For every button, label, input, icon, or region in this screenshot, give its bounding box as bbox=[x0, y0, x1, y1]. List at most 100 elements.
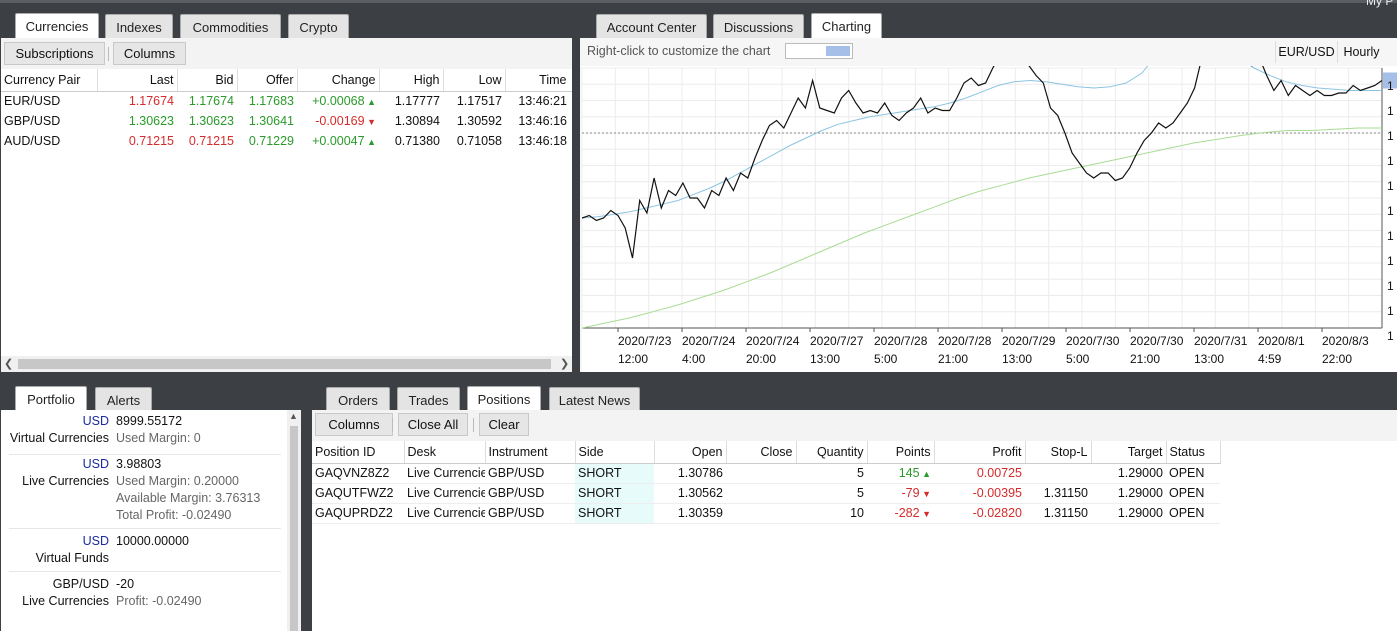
interval-selector[interactable]: Hourly bbox=[1337, 41, 1385, 63]
change-value: +0.00047 bbox=[312, 134, 365, 148]
price-chart[interactable]: 1 1 1 1 1 1 1 1 1 1 1 2020/7/23 12:00 2020/7/24 4:00 20… bbox=[582, 66, 1397, 372]
pair-cell: GBP/USD bbox=[4, 114, 61, 128]
tab-account-center[interactable]: Account Center bbox=[596, 14, 707, 39]
x-tick-label-date: 2020/7/31 bbox=[1194, 334, 1248, 348]
col-currency-pair[interactable]: Currency Pair bbox=[1, 69, 98, 92]
bid-cell: 0.71215 bbox=[188, 134, 234, 148]
bid-cell: 1.17674 bbox=[188, 94, 234, 109]
col-close[interactable]: Close bbox=[726, 441, 797, 464]
table-row[interactable]: EUR/USD 1.17674 1.17674 1.17683 +0.00068… bbox=[1, 91, 572, 111]
arrow-down-icon: ▼ bbox=[364, 117, 376, 127]
col-offer[interactable]: Offer bbox=[237, 69, 298, 92]
currencies-panel: Subscriptions Columns Currency Pair Last… bbox=[1, 38, 572, 372]
horizontal-scrollbar[interactable]: ❮ ❯ bbox=[1, 356, 572, 372]
time-cell: 13:46:16 bbox=[518, 114, 567, 128]
tab-indexes[interactable]: Indexes bbox=[105, 14, 173, 39]
tab-charting[interactable]: Charting bbox=[811, 13, 882, 39]
tab-discussions[interactable]: Discussions bbox=[713, 14, 804, 39]
y-tick-label: 1 bbox=[1387, 79, 1394, 93]
col-status[interactable]: Status bbox=[1166, 441, 1221, 464]
offer-cell: 0.71229 bbox=[248, 134, 294, 148]
scrollbar-thumb[interactable] bbox=[290, 426, 298, 631]
col-target[interactable]: Target bbox=[1091, 441, 1167, 464]
col-bid[interactable]: Bid bbox=[177, 69, 238, 92]
y-tick-label: 1 bbox=[1387, 204, 1394, 218]
pair-cell: EUR/USD bbox=[4, 94, 61, 109]
status-cell: OPEN bbox=[1169, 506, 1205, 520]
table-row[interactable]: GBP/USD 1.30623 1.30623 1.30641 -0.00169… bbox=[1, 111, 572, 131]
col-quantity[interactable]: Quantity bbox=[796, 441, 868, 464]
tab-trades[interactable]: Trades bbox=[397, 387, 460, 412]
col-time[interactable]: Time bbox=[505, 69, 572, 92]
tab-portfolio[interactable]: Portfolio bbox=[15, 386, 87, 412]
scroll-up-icon[interactable]: ▲ bbox=[289, 411, 298, 421]
col-high[interactable]: High bbox=[379, 69, 444, 92]
table-row[interactable]: AUD/USD 0.71215 0.71215 0.71229 +0.00047… bbox=[1, 131, 572, 151]
table-row[interactable]: GAQVNZ8Z2 Live Currencies GBP/USD SHORT … bbox=[312, 463, 1220, 483]
quantity-cell: 10 bbox=[850, 506, 864, 520]
col-side[interactable]: Side bbox=[575, 441, 655, 464]
y-tick-label: 1 bbox=[1387, 254, 1394, 268]
divider bbox=[9, 528, 281, 529]
group-detail: Available Margin: 3.76313 bbox=[116, 491, 261, 505]
chart-area[interactable]: 1 1 1 1 1 1 1 1 1 1 1 2020/7/23 12:00 2020/7/24 4:00 20… bbox=[582, 66, 1397, 372]
tab-latest-news[interactable]: Latest News bbox=[549, 387, 640, 412]
col-low[interactable]: Low bbox=[443, 69, 506, 92]
tab-currencies[interactable]: Currencies bbox=[15, 13, 99, 39]
change-cell: +0.00068 ▲ bbox=[297, 91, 379, 111]
tab-positions[interactable]: Positions bbox=[467, 386, 541, 412]
col-desk[interactable]: Desk bbox=[404, 441, 486, 464]
x-tick-label-date: 2020/7/27 bbox=[810, 334, 864, 348]
x-tick-label-time: 22:00 bbox=[1322, 352, 1352, 366]
scroll-right-icon[interactable]: ❯ bbox=[560, 357, 569, 370]
col-last[interactable]: Last bbox=[97, 69, 178, 92]
desk-cell: Live Currencies bbox=[407, 506, 485, 520]
change-value: -0.00169 bbox=[315, 114, 365, 128]
x-tick-label-date: 2020/7/29 bbox=[1002, 334, 1056, 348]
col-open[interactable]: Open bbox=[654, 441, 727, 464]
x-tick-label-time: 13:00 bbox=[1002, 352, 1032, 366]
subscriptions-button[interactable]: Subscriptions bbox=[4, 42, 105, 65]
chart-slider-thumb[interactable] bbox=[826, 46, 850, 56]
target-cell: 1.29000 bbox=[1117, 466, 1163, 480]
points-value: -282 bbox=[894, 506, 920, 520]
desk-cell: Live Currencies bbox=[407, 466, 485, 480]
col-position-id[interactable]: Position ID bbox=[312, 441, 405, 464]
tab-orders[interactable]: Orders bbox=[326, 387, 390, 412]
offer-cell: 1.30641 bbox=[248, 114, 294, 128]
chart-slider[interactable] bbox=[785, 43, 853, 59]
instrument-cell: GBP/USD bbox=[488, 506, 545, 520]
positions-panel: Columns Close All Clear Position ID Desk… bbox=[312, 410, 1397, 631]
group-detail: Total Profit: -0.02490 bbox=[116, 508, 232, 522]
y-tick-label: 1 bbox=[1387, 104, 1394, 118]
group-detail: Used Margin: 0 bbox=[116, 431, 201, 445]
profit-cell: 0.00725 bbox=[976, 466, 1022, 480]
columns-button[interactable]: Columns bbox=[113, 42, 186, 65]
toolbar-separator bbox=[392, 418, 393, 432]
col-profit[interactable]: Profit bbox=[934, 441, 1026, 464]
col-instrument[interactable]: Instrument bbox=[485, 441, 576, 464]
columns-button[interactable]: Columns bbox=[315, 413, 393, 436]
tab-crypto[interactable]: Crypto bbox=[288, 14, 349, 39]
offer-cell: 1.17683 bbox=[248, 94, 294, 109]
group-name: Live Currencies bbox=[22, 594, 109, 608]
scrollbar-thumb[interactable] bbox=[18, 359, 551, 369]
col-points[interactable]: Points bbox=[867, 441, 935, 464]
symbol-selector[interactable]: EUR/USD bbox=[1275, 41, 1337, 63]
vertical-scrollbar[interactable]: ▲ bbox=[287, 410, 301, 631]
scroll-left-icon[interactable]: ❮ bbox=[4, 357, 13, 370]
tab-commodities[interactable]: Commodities bbox=[180, 14, 281, 39]
table-row[interactable]: GAQUPRDZ2 Live Currencies GBP/USD SHORT … bbox=[312, 503, 1220, 523]
toolbar-separator bbox=[473, 418, 474, 432]
high-cell: 0.71380 bbox=[394, 134, 440, 148]
col-change[interactable]: Change bbox=[297, 69, 380, 92]
clear-button[interactable]: Clear bbox=[479, 413, 529, 436]
open-cell: 1.30786 bbox=[677, 466, 723, 480]
close-all-button[interactable]: Close All bbox=[398, 413, 468, 436]
top-right-label: My P bbox=[1366, 0, 1394, 8]
table-row[interactable]: GAQUTFWZ2 Live Currencies GBP/USD SHORT … bbox=[312, 483, 1220, 503]
low-cell: 1.17517 bbox=[456, 94, 502, 109]
quantity-cell: 5 bbox=[857, 486, 864, 500]
col-stop-loss[interactable]: Stop-L bbox=[1025, 441, 1092, 464]
tab-alerts[interactable]: Alerts bbox=[95, 387, 152, 412]
